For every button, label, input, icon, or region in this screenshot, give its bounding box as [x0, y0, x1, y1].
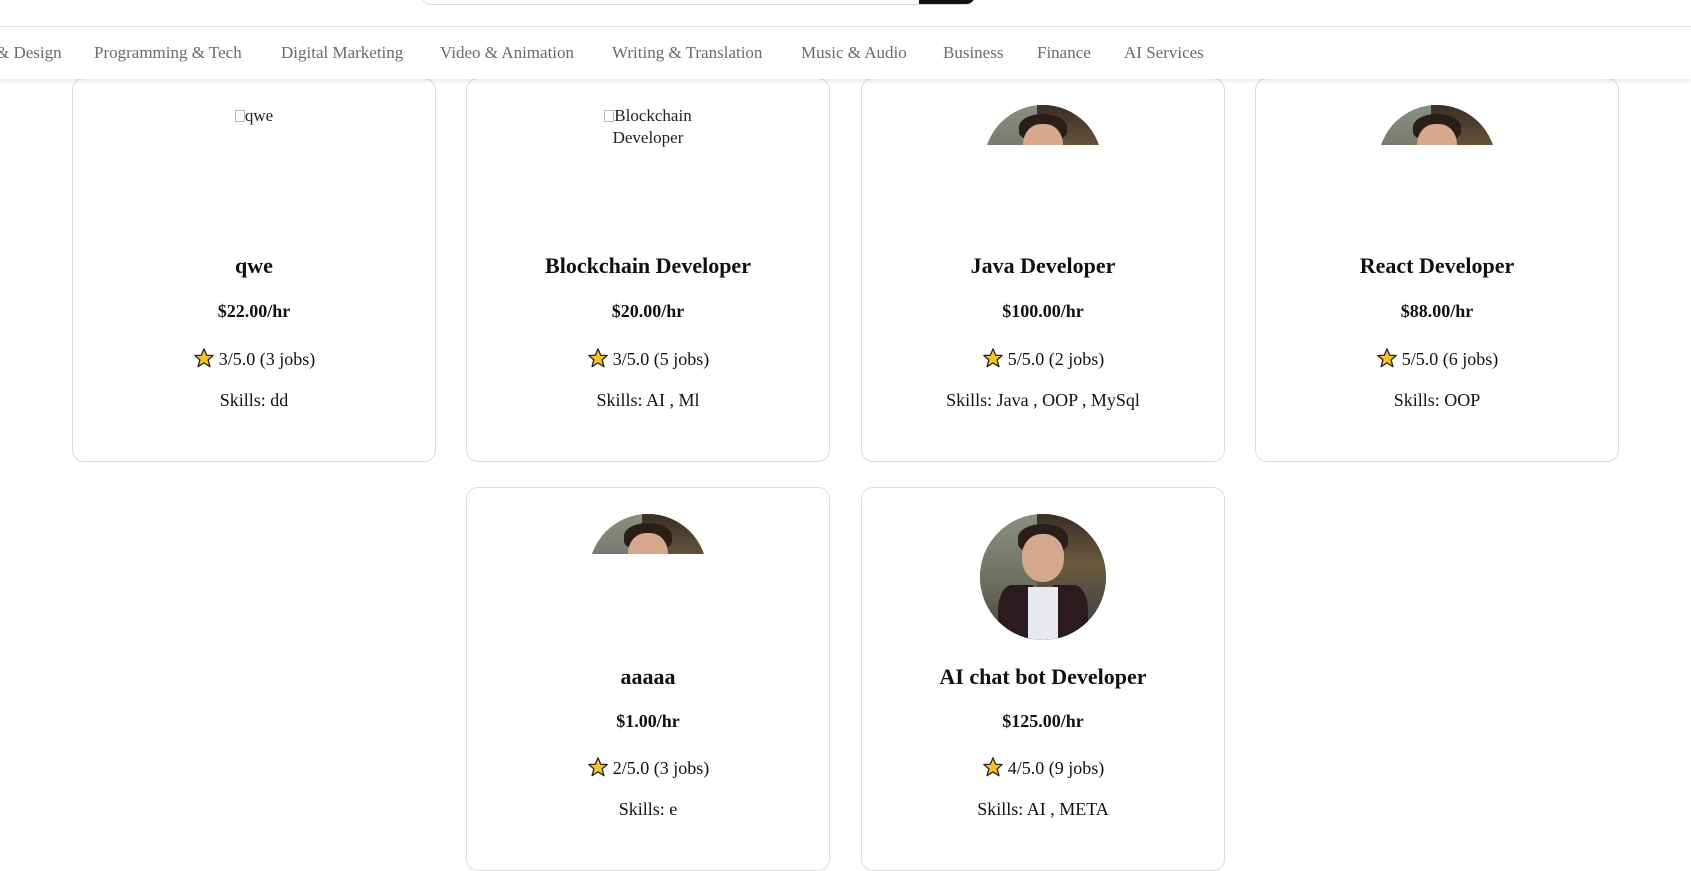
- card-rating: 5/5.0 (6 jobs): [1256, 347, 1618, 370]
- category-nav: & Design Programming & Tech Digital Mark…: [0, 27, 1691, 79]
- profile-photo: [589, 514, 707, 554]
- card-rate: $22.00/hr: [217, 301, 291, 321]
- rating-text: 4/5.0 (9 jobs): [1007, 758, 1105, 778]
- image-alt-text: Blockchain Developer: [612, 106, 692, 147]
- rating-text: 3/5.0 (5 jobs): [612, 349, 710, 369]
- freelancer-card[interactable]: aaaaa $1.00/hr 2/5.0 (3 jobs) Skills: e: [466, 487, 830, 871]
- card-rating: 3/5.0 (5 jobs): [467, 347, 829, 370]
- avatar: [589, 514, 707, 554]
- broken-image-icon: [234, 110, 245, 122]
- card-skills: Skills: AI , META: [977, 799, 1109, 819]
- freelancer-card[interactable]: Java Developer $100.00/hr 5/5.0 (2 jobs)…: [861, 78, 1225, 462]
- avatar: [980, 514, 1106, 640]
- broken-image-icon: [604, 110, 615, 122]
- search-button[interactable]: [919, 0, 975, 4]
- freelancer-card[interactable]: qwe qwe $22.00/hr 3/5.0 (3 jobs) Skills:…: [72, 78, 436, 462]
- category-digital-marketing[interactable]: Digital Marketing: [281, 43, 403, 63]
- freelancer-card[interactable]: Blockchain Developer Blockchain Develope…: [466, 78, 830, 462]
- card-title[interactable]: AI chat bot Developer: [862, 664, 1224, 690]
- category-business[interactable]: Business: [943, 43, 1003, 63]
- card-skills: Skills: AI , Ml: [596, 390, 700, 410]
- rating-text: 2/5.0 (3 jobs): [612, 758, 710, 778]
- card-rate: $88.00/hr: [1400, 301, 1474, 321]
- search-input[interactable]: [421, 0, 976, 5]
- top-bar: [0, 0, 1691, 27]
- rating-text: 5/5.0 (2 jobs): [1007, 349, 1105, 369]
- profile-photo: [1378, 105, 1496, 145]
- card-rating: 5/5.0 (2 jobs): [862, 347, 1224, 370]
- category-video-animation[interactable]: Video & Animation: [440, 43, 574, 63]
- star-icon: [982, 757, 1003, 777]
- card-rate: $20.00/hr: [611, 301, 685, 321]
- star-icon: [587, 757, 608, 777]
- card-skills: Skills: dd: [219, 390, 289, 410]
- avatar: [984, 105, 1102, 145]
- card-title[interactable]: React Developer: [1256, 253, 1618, 279]
- profile-image-broken: qwe: [194, 105, 314, 127]
- card-title[interactable]: Blockchain Developer: [467, 253, 829, 279]
- rating-text: 3/5.0 (3 jobs): [218, 349, 316, 369]
- freelancer-card[interactable]: React Developer $88.00/hr 5/5.0 (6 jobs)…: [1255, 78, 1619, 462]
- category-music-audio[interactable]: Music & Audio: [801, 43, 907, 63]
- card-title[interactable]: qwe: [73, 253, 435, 279]
- image-alt-text: qwe: [244, 106, 274, 125]
- freelancer-card[interactable]: AI chat bot Developer $125.00/hr 4/5.0 (…: [861, 487, 1225, 871]
- profile-photo: [980, 514, 1106, 640]
- card-rating: 4/5.0 (9 jobs): [862, 756, 1224, 779]
- card-skills: Skills: Java , OOP , MySql: [946, 390, 1140, 410]
- profile-image-broken: Blockchain Developer: [588, 105, 708, 149]
- star-icon: [982, 348, 1003, 368]
- card-rate: $1.00/hr: [616, 711, 680, 731]
- category-ai-services[interactable]: AI Services: [1124, 43, 1204, 63]
- profile-photo: [984, 105, 1102, 145]
- rating-text: 5/5.0 (6 jobs): [1401, 349, 1499, 369]
- star-icon: [193, 348, 214, 368]
- category-programming-tech[interactable]: Programming & Tech: [94, 43, 242, 63]
- card-title[interactable]: Java Developer: [862, 253, 1224, 279]
- category-finance[interactable]: Finance: [1037, 43, 1091, 63]
- star-icon: [1376, 348, 1397, 368]
- star-icon: [587, 348, 608, 368]
- card-rate: $125.00/hr: [1002, 711, 1084, 731]
- category-design[interactable]: & Design: [0, 43, 62, 63]
- card-rating: 2/5.0 (3 jobs): [467, 756, 829, 779]
- avatar: [1378, 105, 1496, 145]
- card-rating: 3/5.0 (3 jobs): [73, 347, 435, 370]
- card-skills: Skills: OOP: [1393, 390, 1481, 410]
- category-writing-translation[interactable]: Writing & Translation: [612, 43, 762, 63]
- card-skills: Skills: e: [618, 799, 678, 819]
- card-rate: $100.00/hr: [1002, 301, 1084, 321]
- card-title[interactable]: aaaaa: [467, 664, 829, 690]
